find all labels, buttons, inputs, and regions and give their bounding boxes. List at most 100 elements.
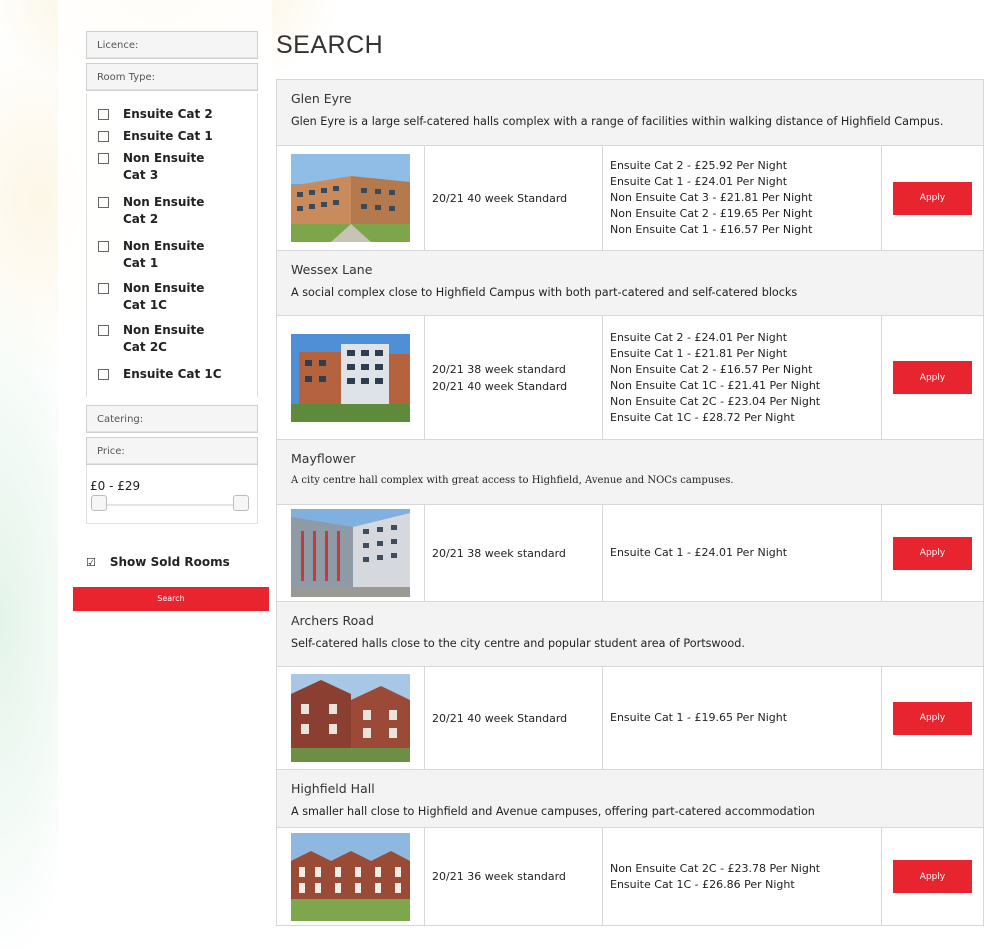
price-item: Ensuite Cat 1 - £19.65 Per Night — [610, 711, 788, 724]
search-button[interactable]: Search — [73, 587, 269, 611]
action-cell: Apply — [882, 667, 983, 769]
checkbox[interactable] — [98, 109, 109, 120]
hall-header: Archers Road Self-catered halls close to… — [277, 602, 983, 667]
price-item: Ensuite Cat 1C - £26.86 Per Night — [610, 877, 795, 891]
hall-image-cell — [277, 505, 425, 601]
apply-button[interactable]: Apply — [893, 701, 972, 735]
hall-name: Highfield Hall — [291, 781, 375, 796]
hall-image-cell — [277, 316, 425, 439]
price-item: Ensuite Cat 1 - £24.01 Per Night — [610, 175, 788, 188]
price-slider-min-handle[interactable] — [91, 495, 107, 511]
show-sold-rooms-label: Show Sold Rooms — [109, 555, 230, 569]
price-cell: Ensuite Cat 2 - £24.01 Per Night Ensuite… — [603, 316, 882, 439]
apply-button[interactable]: Apply — [893, 361, 972, 394]
price-item: Non Ensuite Cat 2C - £23.78 Per Night — [610, 861, 821, 875]
room-type-list: Ensuite Cat 2 Ensuite Cat 1 Non Ensuite … — [86, 93, 258, 397]
price-cell: Non Ensuite Cat 2C - £23.78 Per Night En… — [603, 828, 882, 925]
price-item: Non Ensuite Cat 2 - £19.65 Per Night — [610, 207, 813, 220]
checkbox[interactable] — [98, 131, 109, 142]
hall-header: Highfield Hall A smaller hall close to H… — [277, 770, 983, 828]
licence-filter[interactable]: Licence: — [86, 31, 258, 59]
results-table: Glen Eyre Glen Eyre is a large self-cate… — [276, 79, 984, 926]
room-type-label: Ensuite Cat 1C — [123, 367, 222, 381]
price-filter[interactable]: Price: — [86, 437, 258, 465]
room-type-option[interactable]: Non Ensuite Cat 3 — [98, 150, 218, 184]
price-item: Non Ensuite Cat 1C - £21.41 Per Night — [610, 378, 821, 392]
hall-header: Glen Eyre Glen Eyre is a large self-cate… — [277, 80, 983, 146]
page-title: SEARCH — [276, 31, 384, 59]
checkbox[interactable] — [98, 197, 109, 208]
hall-photo — [291, 333, 410, 422]
term-cell: 20/21 36 week standard — [425, 828, 603, 925]
term-item: 20/21 40 week Standard — [432, 379, 568, 393]
hall-row: 20/21 38 week standard 20/21 40 week Sta… — [277, 316, 983, 440]
hall-row: 20/21 40 week Standard Ensuite Cat 1 - £… — [277, 667, 983, 770]
room-type-option[interactable]: Non Ensuite Cat 1 — [98, 238, 218, 272]
hall-photo — [291, 674, 410, 762]
price-cell: Ensuite Cat 2 - £25.92 Per Night Ensuite… — [603, 146, 882, 250]
catering-filter[interactable]: Catering: — [86, 405, 258, 433]
price-range-text: £0 - £29 — [90, 479, 141, 493]
checkbox[interactable] — [98, 325, 109, 336]
term-cell: 20/21 40 week Standard — [425, 146, 603, 250]
apply-button[interactable]: Apply — [893, 536, 972, 570]
hall-photo — [291, 509, 410, 597]
price-item: Non Ensuite Cat 2 - £16.57 Per Night — [610, 362, 813, 376]
room-type-option[interactable]: Ensuite Cat 1 — [98, 128, 213, 145]
room-type-option[interactable]: Non Ensuite Cat 2 — [98, 194, 218, 228]
price-item: Ensuite Cat 1 - £24.01 Per Night — [610, 546, 788, 559]
hall-image-cell — [277, 828, 425, 925]
room-type-label: Ensuite Cat 1 — [123, 129, 213, 143]
apply-button[interactable]: Apply — [893, 860, 972, 893]
room-type-option[interactable]: Ensuite Cat 1C — [98, 366, 222, 383]
hall-description: A city centre hall complex with great ac… — [291, 475, 734, 486]
apply-button[interactable]: Apply — [893, 181, 972, 215]
checkbox[interactable] — [98, 369, 109, 380]
show-sold-rooms-toggle[interactable]: ☑ Show Sold Rooms — [86, 555, 230, 569]
term-item: 20/21 40 week Standard — [432, 711, 568, 725]
room-type-label: Ensuite Cat 2 — [123, 107, 213, 121]
hall-photo — [291, 154, 410, 242]
hall-header: Mayflower A city centre hall complex wit… — [277, 440, 983, 505]
hall-row: 20/21 38 week standard Ensuite Cat 1 - £… — [277, 505, 983, 602]
price-slider-track[interactable] — [95, 504, 243, 506]
action-cell: Apply — [882, 146, 983, 250]
term-cell: 20/21 38 week standard 20/21 40 week Sta… — [425, 316, 603, 439]
term-cell: 20/21 38 week standard — [425, 505, 603, 601]
hall-image-cell — [277, 667, 425, 769]
term-cell: 20/21 40 week Standard — [425, 667, 603, 769]
hall-name: Glen Eyre — [291, 91, 352, 106]
price-item: Non Ensuite Cat 2C - £23.04 Per Night — [610, 394, 821, 408]
price-slider-panel: £0 - £29 — [86, 465, 258, 524]
room-type-filter[interactable]: Room Type: — [86, 63, 258, 91]
checked-checkbox-icon[interactable]: ☑ — [86, 556, 96, 569]
checkbox[interactable] — [98, 283, 109, 294]
checkbox[interactable] — [98, 241, 109, 252]
price-cell: Ensuite Cat 1 - £24.01 Per Night — [603, 505, 882, 601]
hall-description: A smaller hall close to Highfield and Av… — [291, 805, 815, 818]
hall-description: A social complex close to Highfield Camp… — [291, 286, 798, 299]
room-type-label: Non Ensuite Cat 1 — [123, 239, 205, 270]
price-item: Ensuite Cat 1C - £28.72 Per Night — [610, 410, 795, 424]
term-item: 20/21 38 week standard — [432, 546, 566, 560]
checkbox[interactable] — [98, 153, 109, 164]
hall-name: Mayflower — [291, 451, 356, 466]
price-slider-max-handle[interactable] — [233, 495, 249, 511]
hall-row: 20/21 40 week Standard Ensuite Cat 2 - £… — [277, 146, 983, 251]
price-item: Ensuite Cat 2 - £24.01 Per Night — [610, 330, 788, 344]
action-cell: Apply — [882, 828, 983, 925]
room-type-option[interactable]: Ensuite Cat 2 — [98, 106, 213, 123]
hall-photo — [291, 832, 410, 921]
price-item: Ensuite Cat 1 - £21.81 Per Night — [610, 346, 788, 360]
room-type-option[interactable]: Non Ensuite Cat 2C — [98, 322, 218, 356]
price-cell: Ensuite Cat 1 - £19.65 Per Night — [603, 667, 882, 769]
price-item: Non Ensuite Cat 1 - £16.57 Per Night — [610, 223, 813, 236]
room-type-option[interactable]: Non Ensuite Cat 1C — [98, 280, 218, 314]
filter-sidebar: Licence: Room Type: Ensuite Cat 2 Ensuit… — [86, 31, 258, 524]
hall-name: Wessex Lane — [291, 262, 373, 277]
hall-header: Wessex Lane A social complex close to Hi… — [277, 251, 983, 316]
room-type-label: Non Ensuite Cat 1C — [123, 281, 205, 312]
hall-name: Archers Road — [291, 613, 374, 628]
hall-description: Glen Eyre is a large self-catered halls … — [291, 115, 944, 128]
hall-row: 20/21 36 week standard Non Ensuite Cat 2… — [277, 828, 983, 926]
